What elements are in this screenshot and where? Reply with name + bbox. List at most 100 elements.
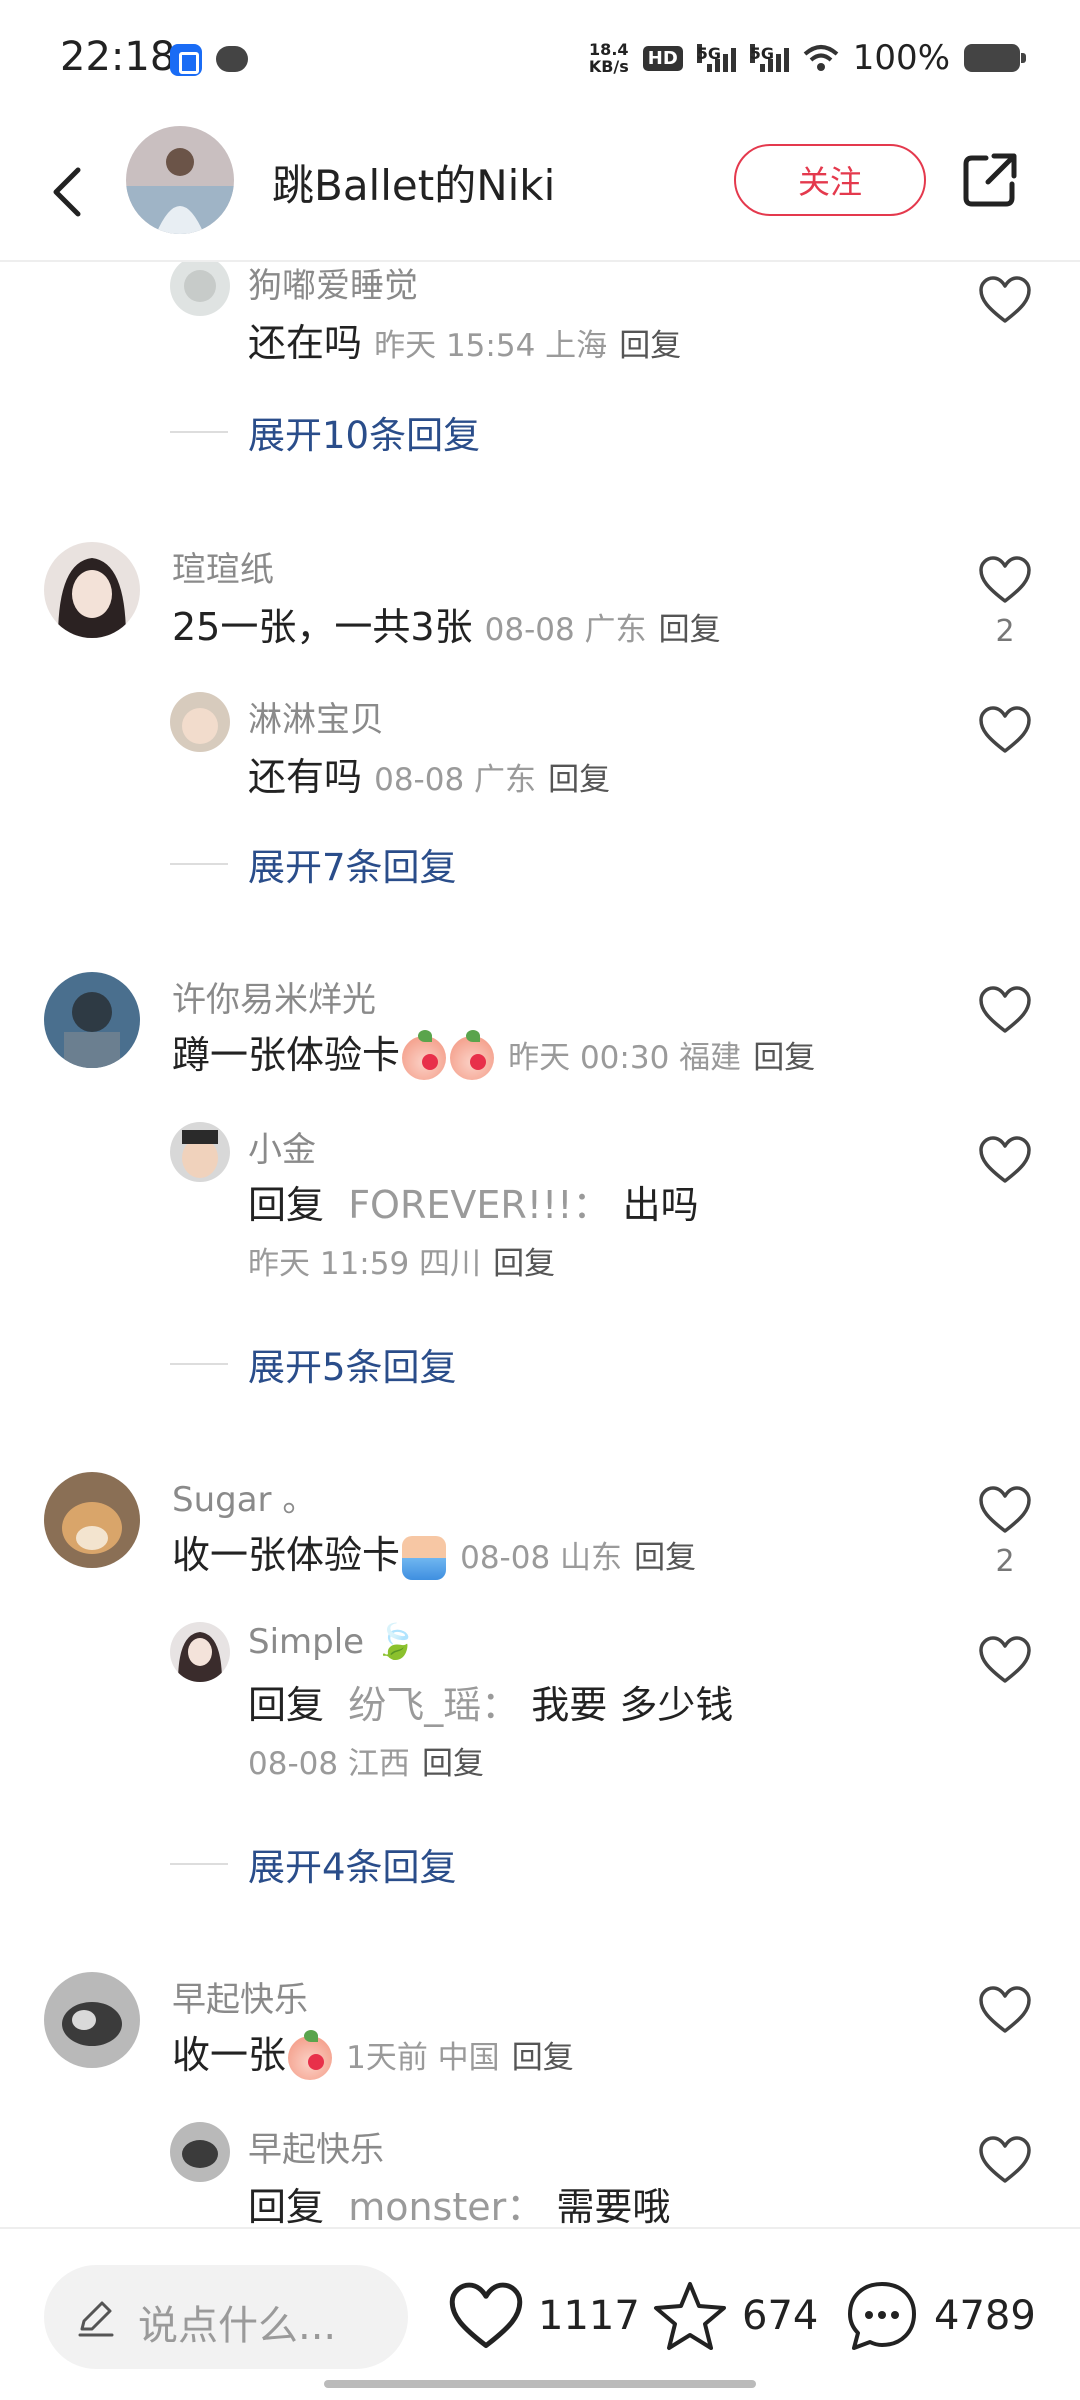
like-heart-icon[interactable] — [978, 1136, 1032, 1184]
comment-username[interactable]: Sugar 。 — [172, 1472, 316, 1521]
like-heart-icon[interactable] — [978, 1986, 1032, 2034]
reply-link[interactable]: 回复 — [512, 2040, 574, 2076]
message-notification-icon — [216, 46, 248, 72]
comment-username[interactable]: 瑄瑄纸 — [172, 542, 274, 591]
like-heart-icon[interactable] — [978, 1486, 1032, 1534]
quoted-user[interactable]: FOREVER!!!： — [348, 1183, 610, 1227]
bathtub-emoji-icon — [402, 1535, 447, 1580]
avatar[interactable] — [170, 262, 230, 316]
peach-emoji-icon — [450, 1029, 495, 1080]
expand-replies[interactable]: 展开7条回复 — [170, 842, 457, 889]
share-icon[interactable] — [960, 150, 1020, 210]
heart-icon — [449, 2282, 523, 2349]
avatar[interactable] — [44, 1972, 140, 2068]
comment-content: 收一张体验卡 08-08 山东 回复 — [172, 1524, 696, 1580]
wifi-icon — [803, 45, 839, 71]
peach-emoji-icon — [288, 2029, 333, 2080]
comment-username[interactable]: 狗嘟爱睡觉 — [248, 262, 418, 307]
comment-content: 蹲一张体验卡 昨天 00:30 福建 回复 — [172, 1024, 815, 1080]
avatar[interactable] — [170, 2122, 230, 2182]
like-button[interactable]: 1117 — [448, 2277, 640, 2355]
reply-link[interactable]: 回复 — [659, 612, 721, 648]
home-indicator[interactable] — [324, 2380, 756, 2388]
expand-replies[interactable]: 展开10条回复 — [170, 410, 480, 457]
comment-meta: 08-08 江西 — [248, 1746, 410, 1782]
comment-input[interactable]: 说点什么... — [44, 2265, 408, 2369]
comment-meta: 08-08 广东 — [484, 612, 647, 648]
comment-username[interactable]: Simple 🍃 — [248, 1622, 417, 1662]
comment-username[interactable]: 早起快乐 — [248, 2122, 384, 2171]
comment-username[interactable]: 小金 — [248, 1122, 316, 1171]
leaf-icon: 🍃 — [364, 1622, 418, 1662]
reply-link[interactable]: 回复 — [548, 762, 610, 798]
like-heart-icon[interactable] — [978, 2136, 1032, 2184]
hd-icon: HD — [642, 45, 683, 71]
avatar[interactable] — [170, 1122, 230, 1182]
reply-link[interactable]: 回复 — [634, 1540, 696, 1576]
avatar[interactable] — [44, 972, 140, 1068]
bottom-action-bar: 说点什么... 1117 674 4789 — [0, 2227, 1080, 2400]
comment-username[interactable]: 许你易米烊光 — [172, 972, 376, 1021]
comment-meta: 1天前 中国 — [346, 2040, 500, 2076]
comment-username[interactable]: 淋淋宝贝 — [248, 692, 384, 741]
comment-bubble-icon — [848, 2282, 916, 2350]
comment-meta: 08-08 广东 — [374, 762, 537, 798]
comment-username[interactable]: 早起快乐 — [172, 1972, 308, 2021]
reply-link[interactable]: 回复 — [493, 1246, 555, 1282]
favorite-button[interactable]: 674 — [652, 2277, 818, 2355]
avatar[interactable] — [170, 692, 230, 752]
signal-sim1-icon: 5G — [696, 44, 736, 72]
comment-meta: 昨天 00:30 福建 — [508, 1040, 742, 1076]
comment-list: 狗嘟爱睡觉 还在吗 昨天 15:54 上海 回复 展开10条回复 瑄瑄纸 25一… — [0, 262, 1080, 2227]
comment-content: 还在吗 昨天 15:54 上海 回复 — [248, 321, 682, 365]
reply-link[interactable]: 回复 — [753, 1040, 815, 1076]
status-bar: 22:18 18.4 KB/s HD 5G 5G 100% — [0, 0, 1080, 120]
comment-meta: 昨天 15:54 上海 — [374, 328, 608, 364]
like-heart-icon[interactable] — [978, 706, 1032, 754]
author-avatar[interactable] — [126, 126, 234, 234]
avatar[interactable] — [44, 1472, 140, 1568]
like-count: 2 — [995, 1544, 1015, 1579]
comment-content: 回复 纷飞_瑶： 我要 多少钱 — [248, 1683, 734, 1727]
peach-emoji-icon — [402, 1029, 447, 1080]
pencil-icon — [78, 2301, 114, 2337]
comment-total: 4789 — [934, 2293, 1036, 2339]
avatar[interactable] — [170, 1622, 230, 1682]
comment-content: 回复 FOREVER!!!： 出吗 — [248, 1183, 699, 1227]
comment-meta-line: 08-08 江西 回复 — [248, 1738, 484, 1783]
expand-replies[interactable]: 展开5条回复 — [170, 1342, 457, 1389]
comment-placeholder: 说点什么... — [138, 2303, 337, 2349]
network-speed: 18.4 KB/s — [588, 40, 629, 76]
like-heart-icon[interactable] — [978, 1636, 1032, 1684]
like-heart-icon[interactable] — [978, 556, 1032, 604]
back-arrow-icon[interactable] — [44, 164, 94, 220]
comment-content: 还有吗 08-08 广东 回复 — [248, 755, 611, 799]
expand-replies[interactable]: 展开4条回复 — [170, 1842, 457, 1889]
comment-content: 回复 monster： 需要哦 — [248, 2185, 671, 2227]
status-indicators: 18.4 KB/s HD 5G 5G 100% — [588, 38, 1026, 78]
battery-icon — [964, 44, 1026, 72]
quoted-user[interactable]: 纷飞_瑶： — [348, 1683, 519, 1727]
favorite-total: 674 — [742, 2293, 819, 2339]
profile-header: 跳Ballet的Niki 关注 — [0, 120, 1080, 262]
quoted-user[interactable]: monster： — [348, 2185, 544, 2227]
like-heart-icon[interactable] — [978, 276, 1032, 324]
star-icon — [654, 2282, 726, 2350]
comment-meta: 昨天 11:59 四川 — [248, 1246, 482, 1282]
app-notification-icon — [170, 44, 202, 76]
reply-link[interactable]: 回复 — [619, 328, 681, 364]
signal-sim2-icon: 5G — [749, 44, 789, 72]
comment-content: 25一张，一共3张 08-08 广东 回复 — [172, 605, 721, 649]
follow-button[interactable]: 关注 — [734, 144, 926, 216]
comment-button[interactable]: 4789 — [844, 2277, 1036, 2355]
comment-meta: 08-08 山东 — [460, 1540, 623, 1576]
status-time: 22:18 — [60, 34, 176, 80]
comment-meta-line: 昨天 11:59 四川 回复 — [248, 1238, 555, 1283]
comment-content: 收一张 1天前 中国 回复 — [172, 2024, 574, 2080]
like-heart-icon[interactable] — [978, 986, 1032, 1034]
author-name[interactable]: 跳Ballet的Niki — [272, 152, 555, 213]
reply-link[interactable]: 回复 — [422, 1746, 484, 1782]
avatar[interactable] — [44, 542, 140, 638]
like-count: 2 — [995, 614, 1015, 649]
like-total: 1117 — [538, 2293, 640, 2339]
